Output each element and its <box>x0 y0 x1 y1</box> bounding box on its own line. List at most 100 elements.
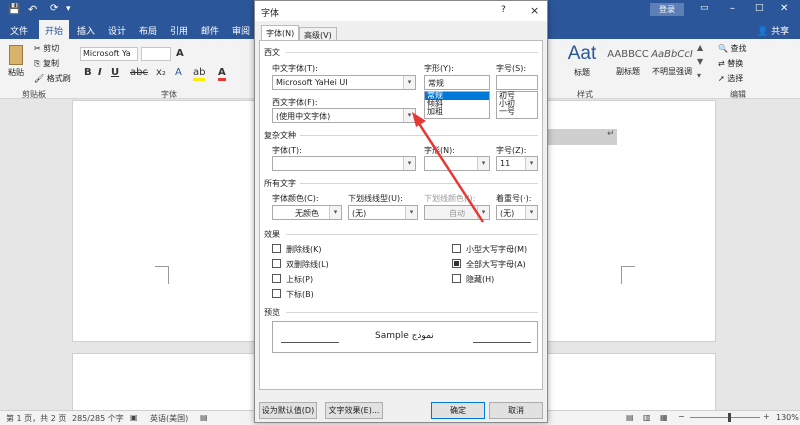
west-font-field[interactable]: (使用中文字体) ▾ <box>272 108 416 123</box>
strikethrough-label[interactable]: 删除线(K) <box>286 244 322 255</box>
subscript-label[interactable]: 下标(B) <box>286 289 314 300</box>
tab-file[interactable]: 文件 <box>10 24 28 37</box>
size-option[interactable]: 一号 <box>497 108 537 116</box>
grow-font-icon[interactable]: A <box>176 48 184 59</box>
dialog-help-button[interactable]: ? <box>501 5 506 15</box>
underline-button[interactable]: U <box>111 67 119 78</box>
set-default-button[interactable]: 设为默认值(D) <box>259 402 317 419</box>
replace-button[interactable]: ⇄ 替换 <box>718 58 743 69</box>
chevron-down-icon[interactable]: ▾ <box>525 206 537 219</box>
cn-font-field[interactable]: Microsoft YaHei UI ▾ <box>272 75 416 90</box>
tab-references[interactable]: 引用 <box>170 24 188 37</box>
styles-scroll-down-icon[interactable]: ▼ <box>697 57 703 66</box>
superscript-label[interactable]: 上标(P) <box>286 274 313 285</box>
tab-advanced[interactable]: 高级(V) <box>299 27 337 41</box>
tab-design[interactable]: 设计 <box>108 24 126 37</box>
font-color-button[interactable]: A <box>218 67 226 81</box>
chevron-down-icon[interactable]: ▾ <box>525 157 537 170</box>
strikethrough-checkbox[interactable] <box>272 244 281 253</box>
styles-more-icon[interactable]: ▾ <box>697 71 701 80</box>
style-subtitle[interactable]: AABBCC 副标题 <box>606 49 650 77</box>
superscript-checkbox[interactable] <box>272 274 281 283</box>
text-effects-button[interactable]: A <box>175 67 182 78</box>
zoom-out-icon[interactable]: − <box>678 412 685 421</box>
style-field[interactable]: 常规 <box>424 75 490 90</box>
tab-layout[interactable]: 布局 <box>139 24 157 37</box>
undo-icon[interactable]: ↶ <box>28 3 37 16</box>
dialog-close-button[interactable]: × <box>530 4 539 17</box>
all-caps-label[interactable]: 全部大写字母(A) <box>466 259 526 270</box>
web-layout-icon[interactable]: ▦ <box>660 413 668 422</box>
paste-icon[interactable] <box>9 45 23 65</box>
tab-home[interactable]: 开始 <box>39 20 70 39</box>
ok-button[interactable]: 确定 <box>431 402 485 419</box>
italic-button[interactable]: I <box>98 67 102 78</box>
word-count[interactable]: 285/285 个字 <box>72 413 124 424</box>
complex-size-field[interactable]: 11 ▾ <box>496 156 538 171</box>
zoom-slider[interactable] <box>690 417 760 418</box>
print-layout-icon[interactable]: ▥ <box>643 413 651 422</box>
font-size-combo[interactable] <box>141 47 171 61</box>
zoom-thumb[interactable] <box>728 413 731 422</box>
complex-font-field[interactable]: ▾ <box>272 156 416 171</box>
language-status[interactable]: 英语(美国) <box>150 413 188 424</box>
strikethrough-button[interactable]: abc <box>130 67 148 78</box>
tab-review[interactable]: 审阅 <box>232 24 250 37</box>
save-icon[interactable]: 💾 <box>8 4 20 15</box>
customize-toolbar-icon[interactable]: ▾ <box>66 4 71 14</box>
proofing-icon[interactable]: ▣ <box>130 413 138 422</box>
font-name-combo[interactable]: Microsoft Ya <box>80 47 138 61</box>
chevron-down-icon[interactable]: ▾ <box>477 157 489 170</box>
double-strikethrough-checkbox[interactable] <box>272 259 281 268</box>
tab-insert[interactable]: 插入 <box>77 24 95 37</box>
login-button[interactable]: 登录 <box>650 3 684 16</box>
hidden-checkbox[interactable] <box>452 274 461 283</box>
subscript-checkbox[interactable] <box>272 289 281 298</box>
font-color-field[interactable]: 无颜色 ▾ <box>272 205 342 220</box>
tab-font[interactable]: 字体(N) <box>261 25 300 41</box>
find-button[interactable]: 🔍 查找 <box>718 43 747 54</box>
window-close-icon[interactable]: ✕ <box>780 3 788 14</box>
macro-icon[interactable]: ▤ <box>200 413 208 422</box>
zoom-level[interactable]: 130% <box>776 413 799 422</box>
chevron-down-icon[interactable]: ▾ <box>405 206 417 219</box>
chevron-down-icon[interactable]: ▾ <box>329 206 341 219</box>
copy-button[interactable]: ⎘ 复制 <box>34 58 59 69</box>
style-listbox[interactable]: 常规 倾斜 加粗 <box>424 91 490 119</box>
highlight-button[interactable]: ab <box>193 67 206 81</box>
autosave-icon[interactable]: ⟳ <box>50 3 58 14</box>
all-caps-checkbox[interactable] <box>452 259 461 268</box>
minimize-icon[interactable]: – <box>730 3 735 14</box>
cut-button[interactable]: ✂ 剪切 <box>34 43 59 54</box>
emphasis-field[interactable]: (无) ▾ <box>496 205 538 220</box>
double-strikethrough-label[interactable]: 双删除线(L) <box>286 259 329 270</box>
styles-scroll-up-icon[interactable]: ▲ <box>697 43 703 52</box>
style-subtle-emphasis[interactable]: AaBbCcI 不明显强调 <box>650 49 694 77</box>
size-listbox[interactable]: 初号 小初 一号 <box>496 91 538 119</box>
complex-style-field[interactable]: ▾ <box>424 156 490 171</box>
zoom-in-icon[interactable]: + <box>763 412 770 421</box>
style-option[interactable]: 加粗 <box>425 108 489 116</box>
underline-field[interactable]: (无) ▾ <box>348 205 418 220</box>
text-effects-button[interactable]: 文字效果(E)... <box>325 402 383 419</box>
maximize-icon[interactable]: □ <box>755 3 764 13</box>
read-mode-icon[interactable]: ▤ <box>626 413 634 422</box>
small-caps-label[interactable]: 小型大写字母(M) <box>466 244 527 255</box>
page-count[interactable]: 第 1 页，共 2 页 <box>6 413 66 424</box>
chevron-down-icon[interactable]: ▾ <box>403 157 415 170</box>
format-painter-button[interactable]: 🖌 格式刷 <box>34 73 71 84</box>
ribbon-display-icon[interactable]: ▭ <box>700 3 709 13</box>
bold-button[interactable]: B <box>84 67 92 78</box>
size-field[interactable] <box>496 75 538 90</box>
hidden-label[interactable]: 隐藏(H) <box>466 274 494 285</box>
tab-mailings[interactable]: 邮件 <box>201 24 219 37</box>
subscript-button[interactable]: x₂ <box>156 67 166 78</box>
small-caps-checkbox[interactable] <box>452 244 461 253</box>
chevron-down-icon[interactable]: ▾ <box>403 76 415 89</box>
style-title[interactable]: Aat 标题 <box>560 43 604 78</box>
share-button[interactable]: 👤 共享 <box>757 24 789 37</box>
select-button[interactable]: ➚ 选择 <box>718 73 743 84</box>
chevron-down-icon[interactable]: ▾ <box>403 109 415 122</box>
paste-button[interactable]: 粘贴 <box>8 67 24 78</box>
cancel-button[interactable]: 取消 <box>489 402 543 419</box>
